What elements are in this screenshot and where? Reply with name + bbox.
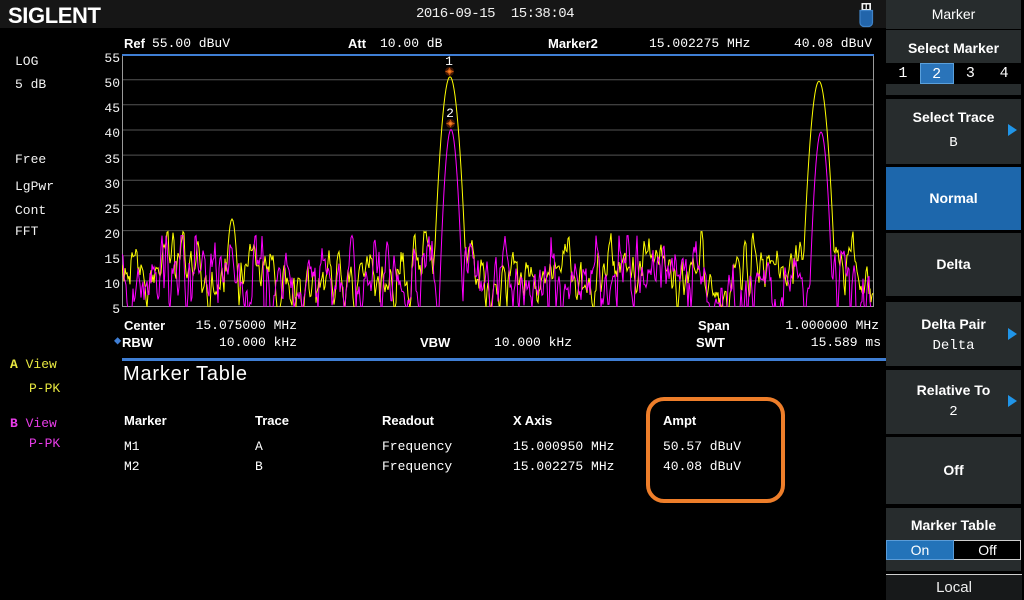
svg-text:1: 1: [445, 54, 453, 69]
svg-text:2: 2: [446, 106, 454, 121]
